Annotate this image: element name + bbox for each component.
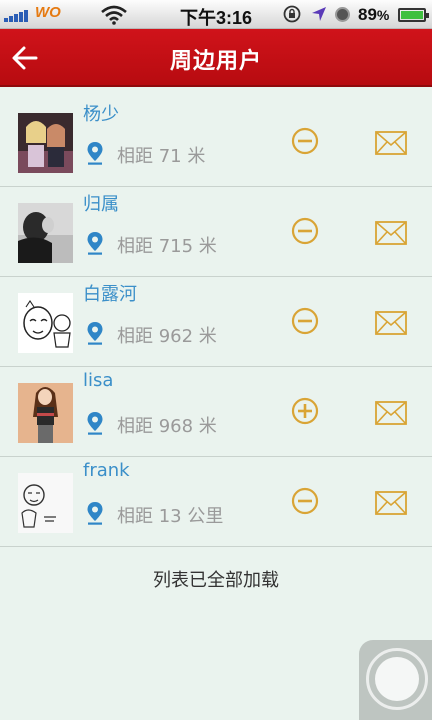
location-pin-icon — [87, 142, 103, 165]
nearby-users-list: 杨少 相距 71 米 归属 相距 715 米 白露河 相距 962 米 lisa… — [0, 97, 432, 547]
user-avatar[interactable] — [18, 473, 73, 533]
remove-follow-icon[interactable] — [291, 487, 319, 515]
user-name[interactable]: 杨少 — [83, 100, 119, 126]
list-end-label: 列表已全部加载 — [153, 570, 279, 591]
user-name[interactable]: frank — [83, 460, 130, 481]
list-item[interactable]: lisa 相距 968 米 — [0, 367, 432, 457]
envelope-icon[interactable] — [375, 491, 407, 515]
user-name[interactable]: 白露河 — [83, 280, 137, 306]
status-bar: WO 下午3:16 89% — [0, 0, 432, 29]
page-title: 周边用户 — [169, 49, 262, 74]
user-avatar[interactable] — [18, 113, 73, 173]
list-item[interactable]: 归属 相距 715 米 — [0, 187, 432, 277]
assistive-touch-button[interactable] — [359, 640, 432, 720]
user-distance: 相距 968 米 — [117, 416, 217, 437]
list-item[interactable]: 杨少 相距 71 米 — [0, 97, 432, 187]
user-avatar[interactable] — [18, 383, 73, 443]
battery-icon — [398, 8, 429, 22]
user-distance: 相距 71 米 — [117, 146, 206, 167]
user-distance: 相距 962 米 — [117, 326, 217, 347]
envelope-icon[interactable] — [375, 221, 407, 245]
location-pin-icon — [87, 232, 103, 255]
location-pin-icon — [87, 322, 103, 345]
user-avatar[interactable] — [18, 293, 73, 353]
envelope-icon[interactable] — [375, 311, 407, 335]
location-pin-icon — [87, 412, 103, 435]
list-item[interactable]: frank 相距 13 公里 — [0, 457, 432, 547]
remove-follow-icon[interactable] — [291, 217, 319, 245]
user-name[interactable]: 归属 — [83, 190, 119, 216]
envelope-icon[interactable] — [375, 131, 407, 155]
list-item[interactable]: 白露河 相距 962 米 — [0, 277, 432, 367]
add-follow-icon[interactable] — [291, 397, 319, 425]
remove-follow-icon[interactable] — [291, 307, 319, 335]
location-arrow-icon — [312, 7, 326, 21]
location-pin-icon — [87, 502, 103, 525]
remove-follow-icon[interactable] — [291, 127, 319, 155]
user-distance: 相距 13 公里 — [117, 506, 224, 527]
user-distance: 相距 715 米 — [117, 236, 217, 257]
battery-percent: 89% — [358, 5, 390, 24]
user-name[interactable]: lisa — [83, 370, 113, 391]
nav-header: 周边用户 — [0, 29, 432, 87]
envelope-icon[interactable] — [375, 401, 407, 425]
alarm-icon — [335, 7, 350, 22]
assistive-touch-dot-icon — [375, 657, 419, 701]
user-avatar[interactable] — [18, 203, 73, 263]
rotation-lock-icon — [283, 5, 301, 23]
